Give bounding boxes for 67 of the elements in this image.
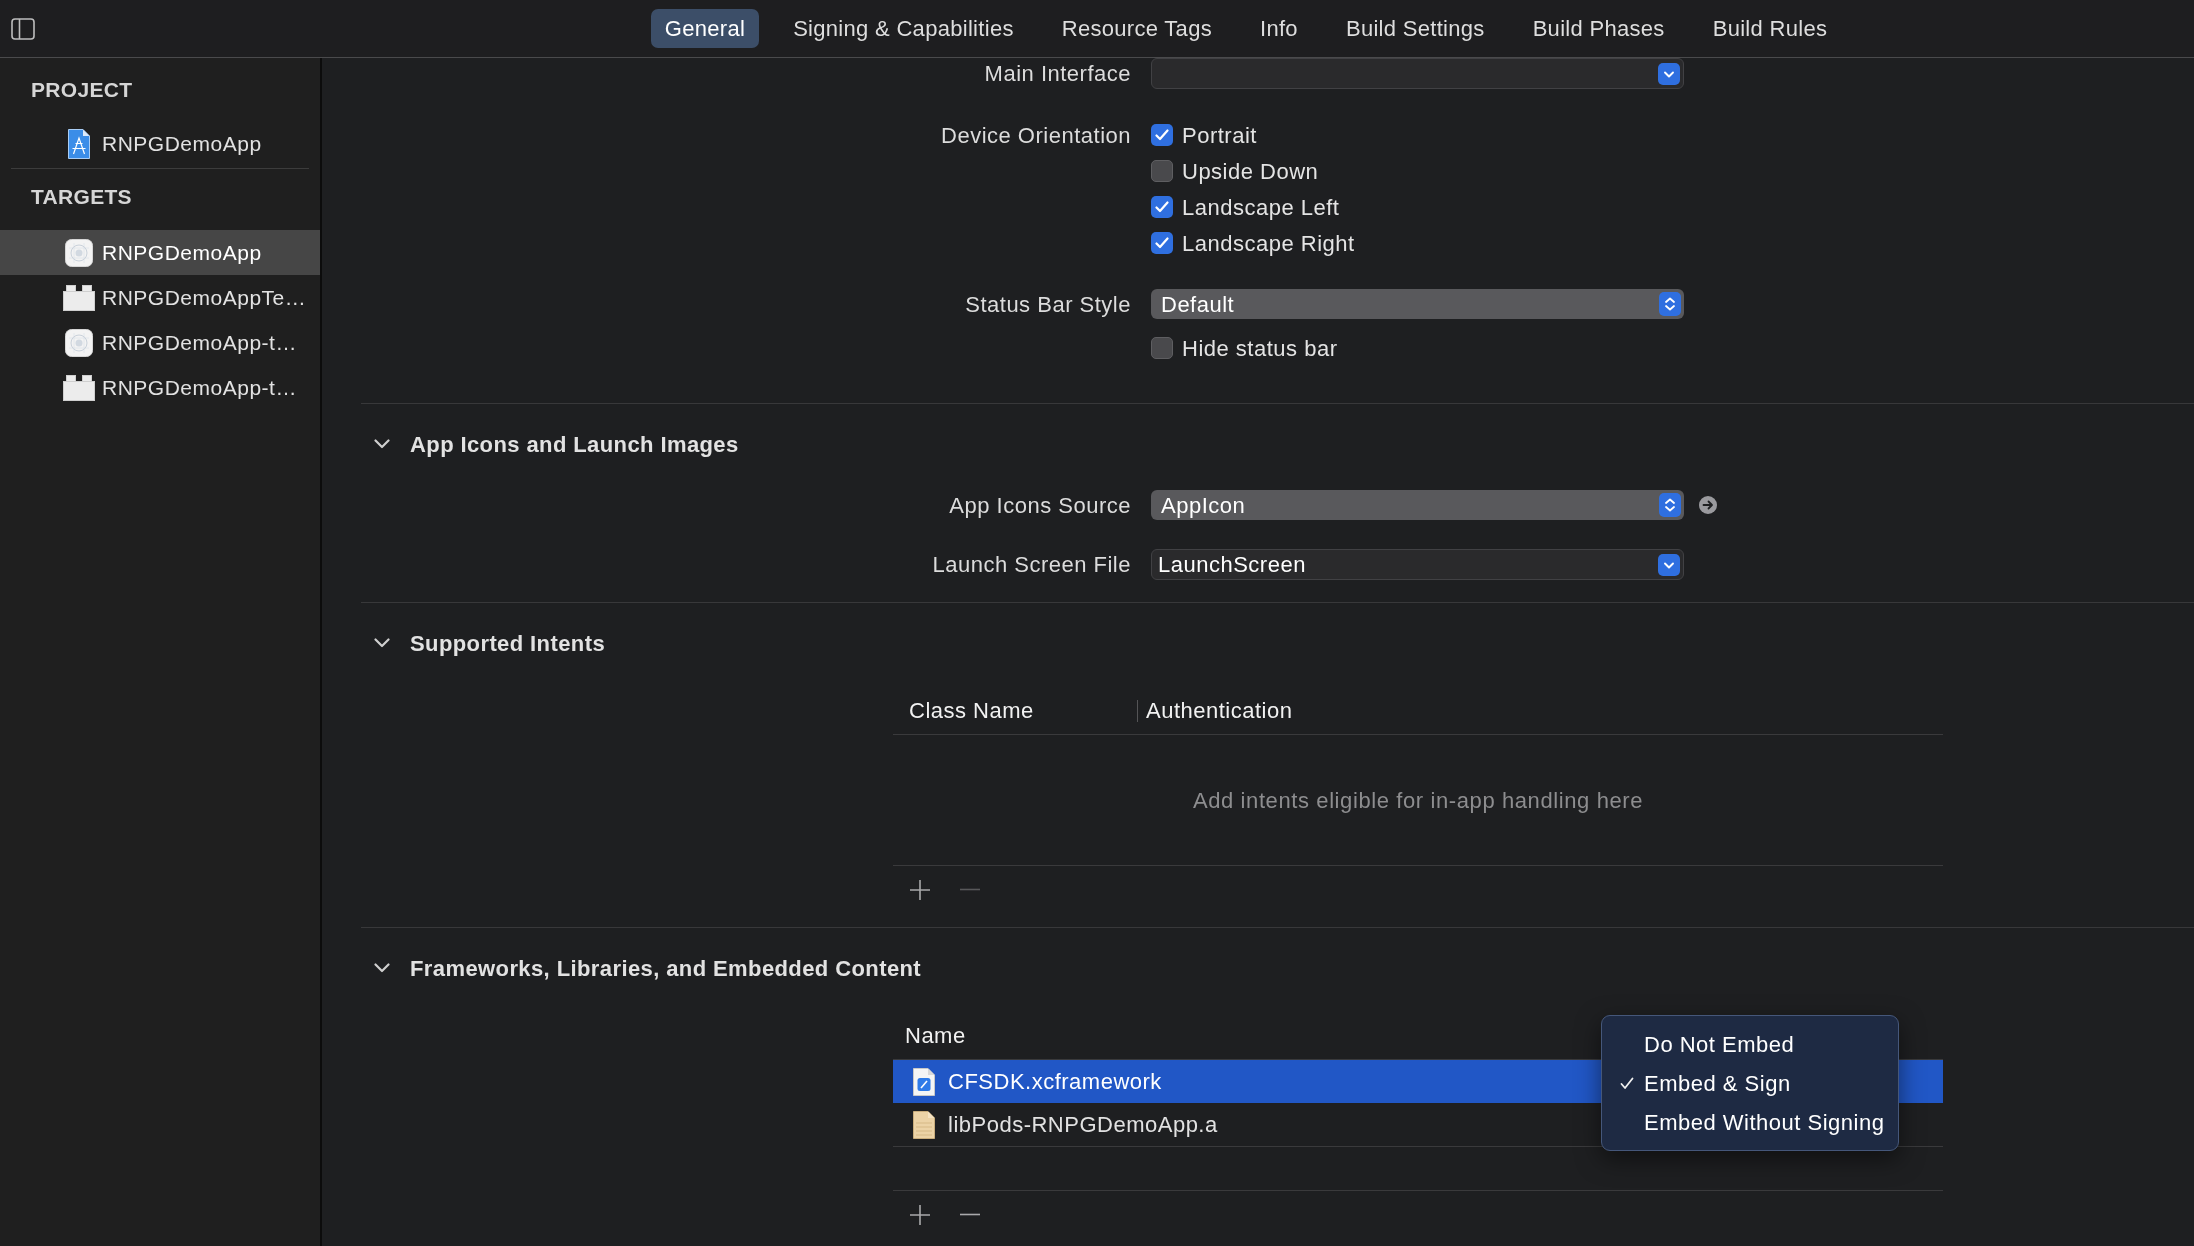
tab[interactable]: Build Settings bbox=[1331, 9, 1499, 48]
section-title: App Icons and Launch Images bbox=[410, 430, 739, 459]
brick-icon bbox=[63, 374, 95, 401]
plus-icon[interactable] bbox=[910, 1204, 930, 1225]
column-header[interactable]: Name bbox=[905, 1023, 966, 1048]
checkbox[interactable] bbox=[1151, 196, 1173, 218]
sidebar-item[interactable]: RNPGDemoApp bbox=[0, 121, 320, 166]
field-label: Status Bar Style bbox=[965, 291, 1131, 319]
app-icon bbox=[65, 238, 93, 267]
tab[interactable]: Build Rules bbox=[1698, 9, 1842, 48]
chevron-icon[interactable] bbox=[374, 963, 390, 973]
sidebar-heading: TARGETS bbox=[31, 184, 132, 211]
document-icon bbox=[913, 1067, 935, 1096]
checkbox[interactable] bbox=[1151, 232, 1173, 254]
menu-item[interactable]: Embed & Sign bbox=[1602, 1064, 1898, 1103]
option-label: Hide status bar bbox=[1182, 334, 1338, 363]
sidebar-heading: PROJECT bbox=[31, 77, 133, 104]
tab[interactable]: General bbox=[650, 9, 760, 48]
chevron-icon[interactable] bbox=[374, 439, 390, 449]
tab[interactable]: Resource Tags bbox=[1047, 9, 1226, 48]
sidebar-item[interactable]: RNPGDemoApp bbox=[0, 230, 320, 275]
app-document-icon bbox=[68, 128, 90, 159]
column-header[interactable]: Class Name bbox=[909, 698, 1034, 723]
minus-icon[interactable] bbox=[960, 1213, 980, 1216]
empty-state-text: Add intents eligible for in-app handling here bbox=[1192, 786, 1644, 815]
document-icon bbox=[913, 1110, 935, 1139]
sidebar-item[interactable]: RNPGDemoAppTe… bbox=[0, 275, 320, 320]
popup-button[interactable]: AppIcon bbox=[1151, 490, 1684, 520]
option-label: Portrait bbox=[1182, 121, 1257, 150]
popup-button[interactable]: LaunchScreen bbox=[1151, 549, 1684, 580]
section-title: Frameworks, Libraries, and Embedded Content bbox=[410, 954, 922, 983]
checkmark-icon bbox=[1155, 237, 1169, 249]
tab[interactable]: Signing & Capabilities bbox=[779, 9, 1028, 48]
checkbox[interactable] bbox=[1151, 337, 1173, 359]
checkbox[interactable] bbox=[1151, 160, 1173, 182]
tab[interactable]: Build Phases bbox=[1518, 9, 1679, 48]
checkbox[interactable] bbox=[1151, 124, 1173, 146]
sidebar-item[interactable]: RNPGDemoApp-t… bbox=[0, 320, 320, 365]
sidebar-item[interactable]: RNPGDemoApp-t… bbox=[0, 365, 320, 410]
column-header[interactable]: Authentication bbox=[1146, 698, 1293, 723]
popup-button[interactable] bbox=[1151, 58, 1684, 89]
sidebar-toggle-icon[interactable] bbox=[11, 17, 35, 40]
field-label: Launch Screen File bbox=[932, 551, 1131, 579]
plus-icon[interactable] bbox=[910, 879, 930, 900]
up-down-chevrons-icon bbox=[1659, 292, 1681, 316]
field-label: Main Interface bbox=[984, 60, 1131, 88]
arrow-circle-icon[interactable] bbox=[1699, 496, 1717, 514]
checkmark-icon bbox=[1155, 129, 1169, 141]
up-down-chevrons-icon bbox=[1659, 493, 1681, 517]
option-label: Upside Down bbox=[1182, 157, 1319, 186]
tab[interactable]: Info bbox=[1246, 9, 1312, 48]
app-icon bbox=[65, 328, 93, 357]
brick-icon bbox=[63, 284, 95, 311]
checkmark-icon bbox=[1620, 1077, 1634, 1090]
chevron-down-icon bbox=[1658, 62, 1680, 85]
section-title: Supported Intents bbox=[410, 629, 605, 658]
chevron-icon[interactable] bbox=[374, 638, 390, 648]
checkmark-icon bbox=[1155, 201, 1169, 213]
field-label: App Icons Source bbox=[949, 492, 1131, 520]
field-label: Device Orientation bbox=[941, 121, 1131, 150]
option-label: Landscape Right bbox=[1182, 229, 1355, 258]
menu-item[interactable]: Embed Without Signing bbox=[1602, 1103, 1898, 1142]
file-name[interactable]: libPods-RNPGDemoApp.a bbox=[948, 1108, 1218, 1141]
popup-button[interactable]: Default bbox=[1151, 289, 1684, 319]
option-label: Landscape Left bbox=[1182, 193, 1340, 222]
chevron-down-icon bbox=[1658, 553, 1680, 576]
file-name: CFSDK.xcframework bbox=[948, 1068, 1162, 1096]
